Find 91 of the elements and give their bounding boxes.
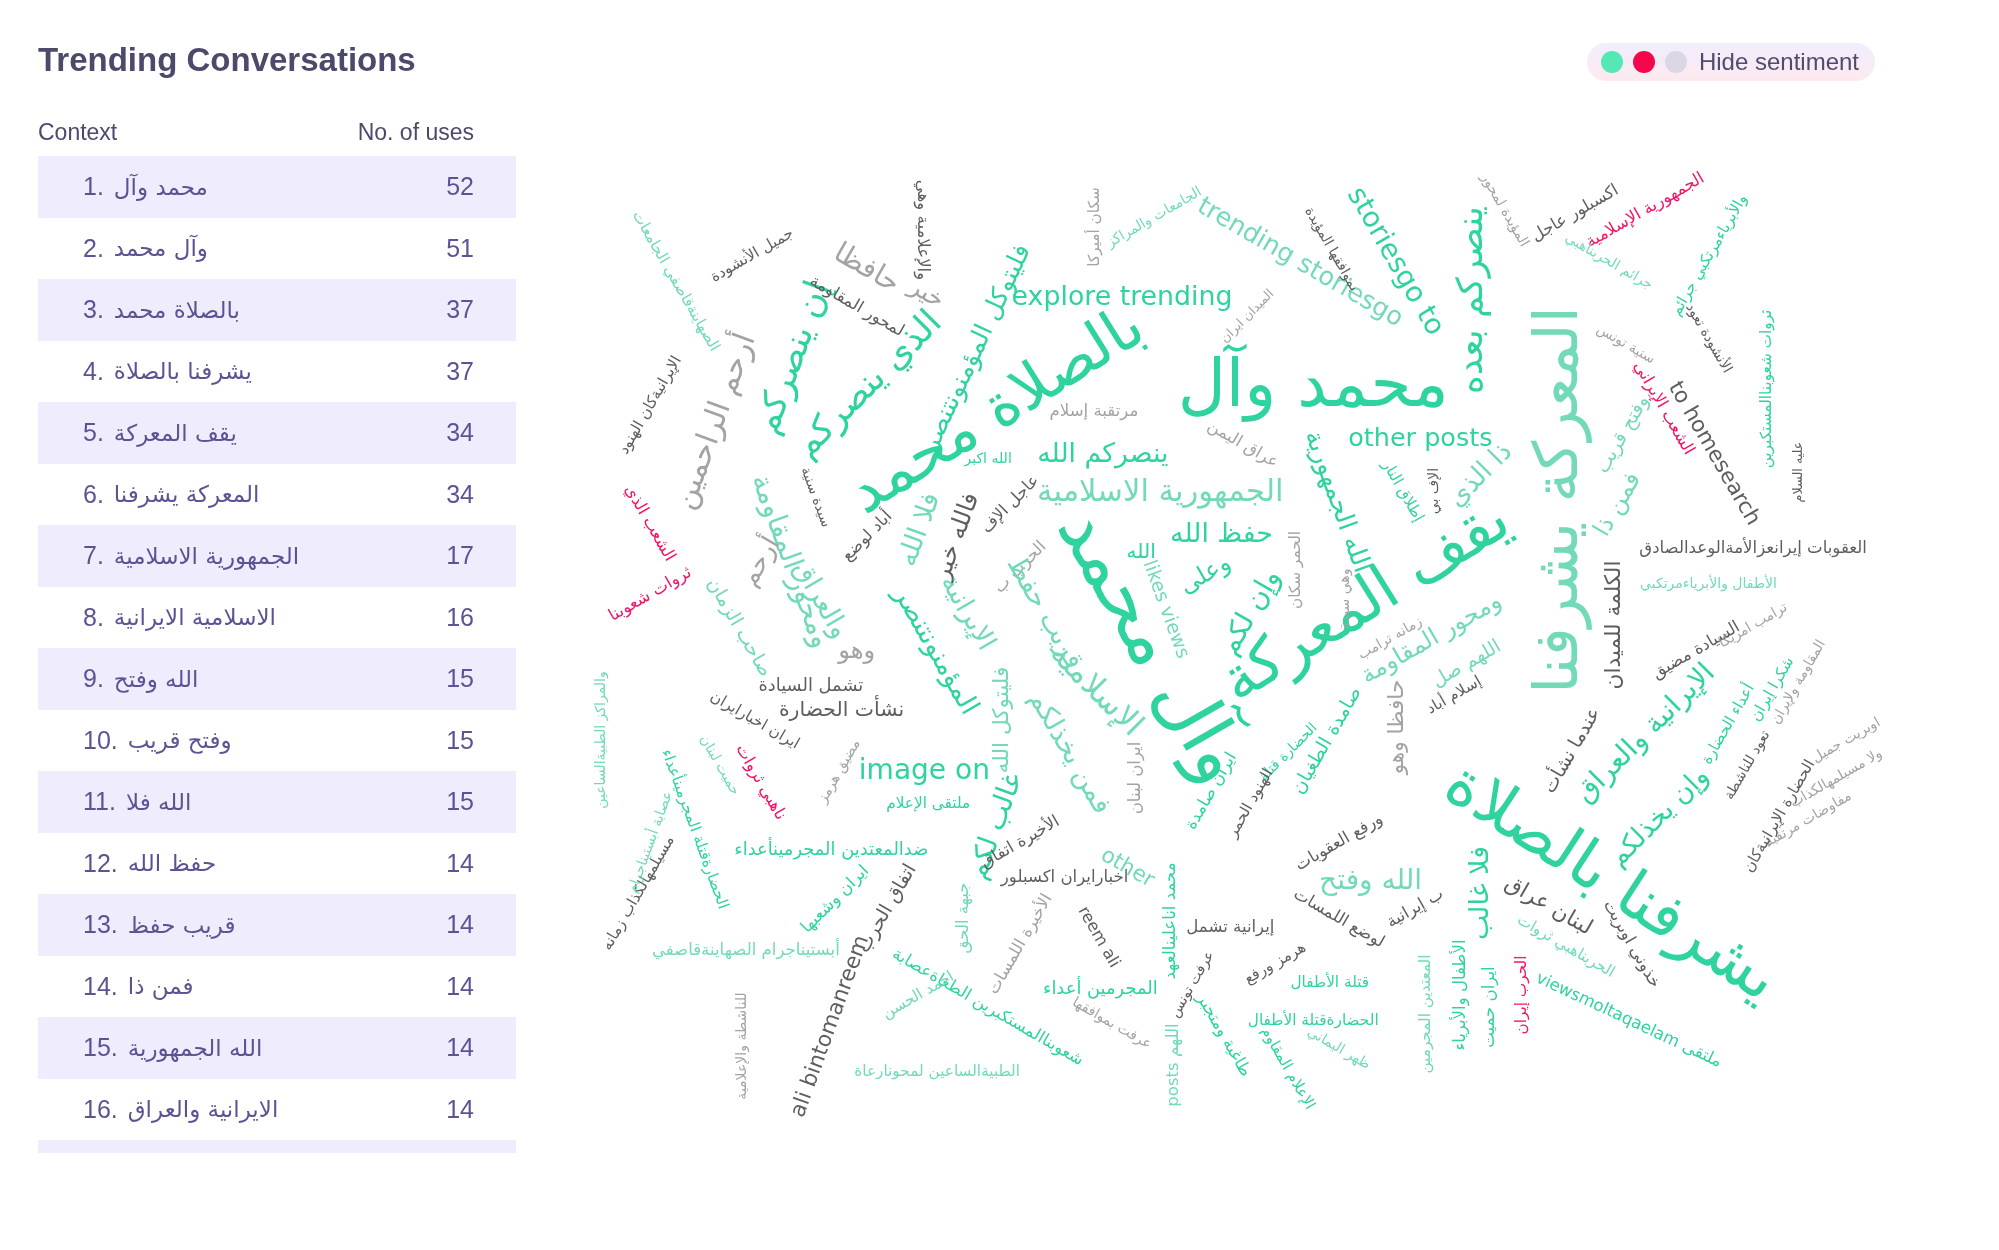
context-text: حفظ الله: [127, 850, 217, 877]
cloud-word: للناشطة والإعلامية: [734, 991, 750, 1100]
cloud-word: الإف بي: [1426, 467, 1443, 515]
uses-count: 34: [446, 479, 474, 509]
cloud-word: ينصركم بعده: [1450, 205, 1490, 394]
context-text: محمد وآل: [113, 173, 208, 200]
rank-number: 6.: [83, 479, 104, 509]
cloud-word: ايران وشعبها: [797, 861, 873, 937]
uses-count: 34: [446, 418, 474, 448]
rank-number: 16.: [83, 1094, 118, 1124]
rank-number: 1.: [83, 172, 104, 202]
cloud-word: وعلى: [1174, 548, 1236, 599]
cloud-word: الحرب إيران: [1512, 955, 1530, 1034]
column-header: No. of uses: [357, 118, 474, 146]
cloud-word: وهو: [838, 636, 876, 664]
cloud-word: تشمل السيادة: [758, 674, 864, 695]
cloud-word: ملتقى الإعلام: [886, 794, 971, 812]
cloud-word: جبهة الحق: [953, 882, 972, 954]
context-text: فمن ذا: [127, 973, 194, 1000]
cloud-word: المعتدين المجرمين: [1417, 954, 1434, 1074]
uses-count: 14: [446, 971, 474, 1001]
rank-number: 7.: [83, 541, 104, 571]
cloud-word: posts اللهم: [1163, 1022, 1183, 1107]
uses-count: 15: [446, 787, 474, 817]
cloud-word: الأطفال والأبرياء: [1450, 938, 1469, 1051]
context-text: الاسلامية الايرانية: [113, 604, 276, 631]
cloud-word: والإعلامية وهي: [914, 179, 933, 280]
cloud-word: سكان أميركا: [1085, 187, 1103, 267]
cloud-word: ثروات شعوبنا: [605, 563, 695, 626]
cloud-word: الجمهورية الاسلامية: [1037, 474, 1284, 508]
rank-number: 15.: [83, 1033, 118, 1063]
cloud-word: حفظ الله: [1170, 518, 1273, 548]
rank-number: 12.: [83, 848, 118, 878]
cloud-word: عليه السلام: [1790, 441, 1805, 503]
cloud-word: الأطفال والأبرياءمرتكبي: [1640, 576, 1777, 592]
uses-count: 37: [446, 356, 474, 386]
context-text: يقف المعركة: [113, 419, 237, 446]
uses-count: 14: [446, 910, 474, 940]
cloud-word: العقوبات إيرانعزالأمةالوعدالصادق: [1639, 539, 1867, 558]
cloud-word: والمراكز الطبيةالساعين: [592, 670, 609, 809]
uses-count: 14: [446, 848, 474, 878]
context-text: وفتح قريب: [127, 727, 232, 754]
cloud-word: ايران لبنان: [1125, 741, 1144, 815]
rank-number: 4.: [83, 356, 104, 386]
cloud-word: إيرانية تشمل: [1186, 917, 1275, 937]
rank-number: 8.: [83, 602, 104, 632]
context-text: الجمهورية الاسلامية: [113, 542, 300, 569]
context-text: قريب حفظ: [127, 911, 236, 938]
rank-number: 14.: [83, 971, 118, 1001]
sentiment-toggle[interactable]: Hide sentiment: [1586, 43, 1875, 81]
cloud-word: فليتوكل الله: [988, 667, 1013, 774]
uses-count: 15: [446, 725, 474, 755]
cloud-word: image on: [858, 754, 990, 786]
uses-count: 17: [446, 541, 474, 571]
cloud-word: المجرمين أعداء: [1043, 978, 1158, 998]
panel-title: Trending Conversations: [38, 40, 417, 80]
uses-count: 52: [446, 172, 474, 202]
context-text: بالصلاة محمد: [113, 296, 240, 323]
toggle-label: Hide sentiment: [1698, 48, 1859, 76]
cloud-word: قتلة الأطفال: [1290, 973, 1370, 991]
cloud-word: ضدالمعتدين المجرمينأعداء: [734, 839, 929, 859]
cloud-word: ثروات شعوبناالمستكبرين: [1757, 309, 1775, 469]
context-text: الله وفتح: [113, 665, 199, 692]
uses-count: 14: [446, 1033, 474, 1063]
uses-count: 14: [446, 1094, 474, 1124]
context-text: الايرانية والعراق: [127, 1096, 279, 1123]
context-text: وآل محمد: [113, 235, 208, 262]
context-text: الله فلا: [125, 788, 192, 815]
context-text: الله الجمهورية: [127, 1034, 263, 1061]
cloud-word: الإيرانيةكان الهنود: [615, 353, 686, 458]
cloud-word: المعركة يشرفنا: [1521, 306, 1590, 694]
uses-count: 16: [446, 602, 474, 632]
cloud-word: الكلمة للميدان: [1600, 560, 1625, 690]
column-header: Context: [38, 118, 118, 146]
cloud-word: الحضارةقتلة الأطفال: [1247, 1011, 1379, 1029]
rank-number: 10.: [83, 725, 118, 755]
cloud-word: ايران حميت: [1480, 966, 1499, 1048]
cloud-word: محمد اناعلينالعهد: [1161, 862, 1180, 980]
uses-count: 51: [446, 233, 474, 263]
rank-number: 9.: [83, 664, 104, 694]
rank-number: 5.: [83, 418, 104, 448]
rank-number: 13.: [83, 910, 118, 940]
context-text: يشرفنا بالصلاة: [113, 358, 252, 385]
rank-number: 11.: [83, 787, 116, 817]
cloud-word: ينصركم الله: [1037, 437, 1169, 468]
rank-number: 3.: [83, 295, 104, 325]
uses-count: 15: [446, 664, 474, 694]
context-text: المعركة يشرفنا: [113, 481, 260, 508]
uses-count: 37: [446, 295, 474, 325]
cloud-word: الشعب الذي: [621, 481, 680, 565]
rank-number: 2.: [83, 233, 104, 263]
